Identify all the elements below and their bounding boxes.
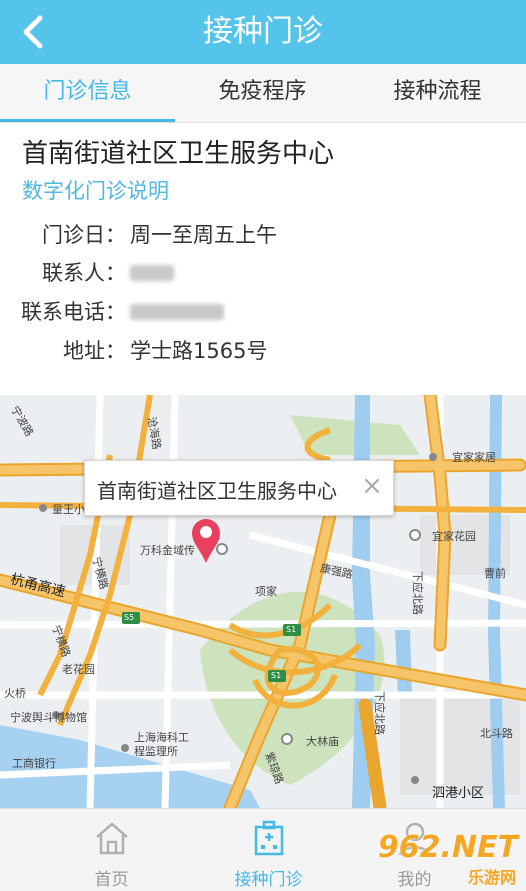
close-icon[interactable]: × — [359, 471, 385, 501]
highway-shield: S5 — [124, 613, 135, 622]
tab-bar: 门诊信息 免疫程序 接种流程 — [0, 64, 526, 123]
watermark-text: 乐游网 — [467, 868, 516, 887]
map-label: 火桥 — [4, 687, 26, 700]
nav-home[interactable]: 首页 — [24, 809, 199, 891]
nav-label: 首页 — [94, 870, 129, 890]
clinic-name: 首南街道社区卫生服务中心 — [22, 139, 335, 169]
page-title: 接种门诊 — [203, 14, 323, 49]
tab-label: 门诊信息 — [43, 79, 132, 104]
tab-immunization-schedule[interactable]: 免疫程序 — [175, 64, 350, 122]
clinic-icon — [254, 820, 284, 856]
map-view[interactable]: 宁波路 沧海路 宜家家居 童王小 万科金域传 宜家花园 宁横路 康强路 杭甬高速… — [0, 395, 526, 808]
tab-clinic-info[interactable]: 门诊信息 — [0, 64, 175, 122]
app-header: 接种门诊 — [0, 0, 526, 64]
row-value: 周一至周五上午 — [130, 223, 277, 247]
map-label: 工商银行 — [12, 757, 56, 770]
info-row-hours: 门诊日： 周一至周五上午 — [0, 219, 526, 251]
home-icon — [96, 822, 128, 855]
map-label: 老花园 — [62, 663, 95, 676]
tab-vaccination-process[interactable]: 接种流程 — [350, 64, 525, 122]
map-label: 万科金域传 — [140, 544, 195, 557]
info-row-address: 地址： 学士路1565号 — [0, 335, 526, 367]
highway-shield: S1 — [271, 671, 282, 680]
digital-clinic-link[interactable]: 数字化门诊说明 — [22, 175, 169, 205]
map-label: 宁波舆斗博物馆 — [10, 711, 87, 724]
map-label: 程监理所 — [134, 745, 178, 758]
map-label: 大林庙 — [306, 735, 339, 748]
highway-shield: S1 — [286, 625, 297, 634]
map-label: 下应北路 — [411, 571, 424, 615]
watermark-logo: 962.NET — [377, 830, 518, 865]
row-value-redacted[interactable] — [130, 296, 224, 325]
map-pin-icon[interactable] — [190, 517, 222, 565]
map-label: 宜家家居 — [452, 451, 496, 464]
map-label: 项家 — [255, 585, 277, 598]
map-label: 曹前 — [484, 567, 506, 580]
row-label: 地址： — [63, 339, 126, 363]
tab-indicator — [0, 119, 175, 122]
map-info-popup[interactable]: 首南街道社区卫生服务中心 × — [84, 460, 394, 516]
info-row-contact: 联系人： — [0, 257, 526, 289]
row-label: 联系电话： — [21, 300, 126, 324]
info-row-phone: 联系电话： — [0, 296, 526, 328]
tab-label: 免疫程序 — [218, 79, 307, 104]
row-value: 学士路1565号 — [130, 339, 268, 363]
row-value-redacted — [130, 257, 174, 286]
row-label: 门诊日： — [42, 223, 126, 247]
map-label: 宜家花园 — [432, 530, 476, 543]
map-label: 童王小 — [52, 503, 85, 516]
map-label: 北斗路 — [480, 727, 513, 740]
popup-title: 首南街道社区卫生服务中心 — [97, 479, 337, 503]
map-label: 泗港小区 — [432, 786, 485, 801]
tab-label: 接种流程 — [393, 79, 482, 104]
clinic-info-panel: 首南街道社区卫生服务中心 数字化门诊说明 门诊日： 周一至周五上午 联系人： 联… — [0, 123, 526, 393]
map-label: 下应北路 — [373, 691, 386, 735]
row-label: 联系人： — [42, 261, 126, 285]
map-canvas — [0, 395, 526, 808]
